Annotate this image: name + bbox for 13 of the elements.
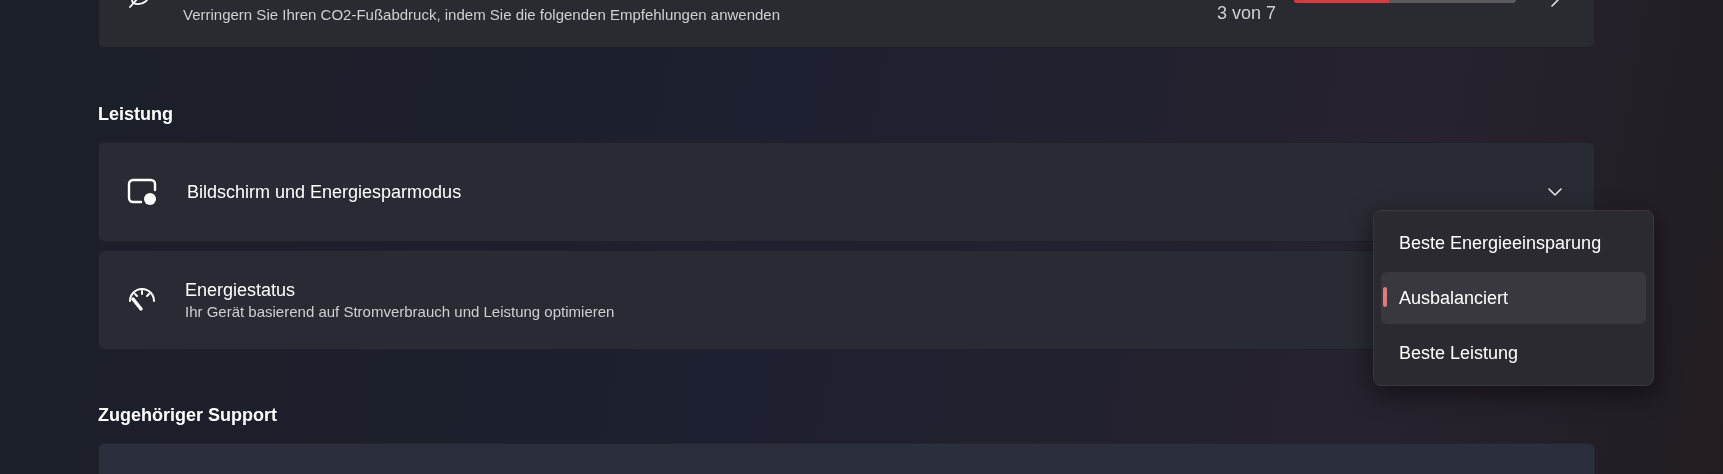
card-description: Verringern Sie Ihren CO2-Fußabdruck, indem Sie die folgenden Empfehlungen anwenden: [183, 5, 781, 25]
section-heading: Leistung: [98, 103, 174, 126]
eco-card[interactable]: Verringern Sie Ihren CO2-Fußabdruck, indem Sie die folgenden Empfehlungen anwenden 3 von 7: [98, 0, 1595, 48]
selection-indicator: [1383, 287, 1387, 307]
card-title: Energiestatus: [185, 279, 297, 302]
menu-item[interactable]: Beste Leistung: [1381, 327, 1646, 379]
card-title: Bildschirm und Energiesparmodus: [187, 180, 462, 204]
menu-item[interactable]: Ausbalanciert: [1381, 272, 1646, 324]
card-description: Ihr Gerät basierend auf Stromverbrauch und Leistung optimieren: [185, 302, 615, 322]
progress-count: 3 von 7: [1216, 2, 1276, 24]
gauge-icon: [127, 287, 157, 313]
section-heading: Zugehöriger Support: [98, 404, 278, 427]
monitor-moon-icon: [127, 178, 159, 206]
